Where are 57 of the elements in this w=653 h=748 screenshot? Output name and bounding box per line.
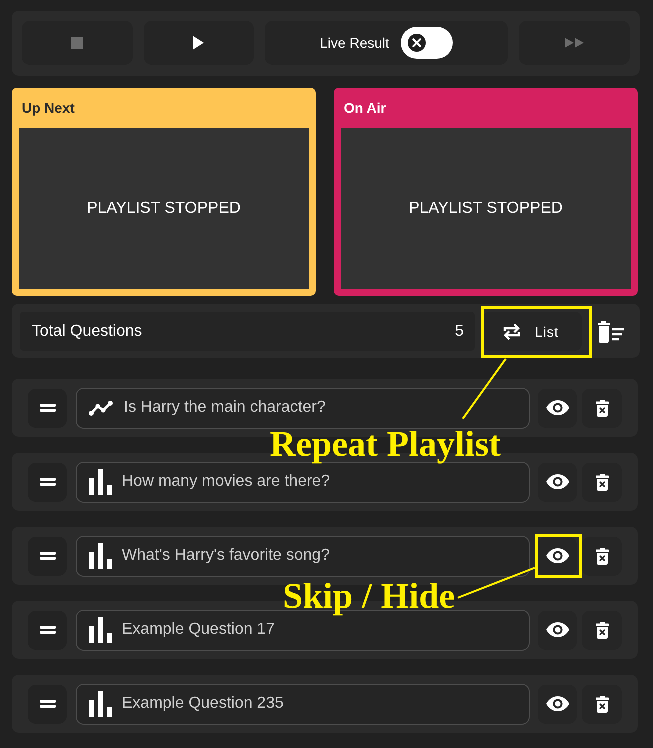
bar-chart-icon [89, 691, 112, 717]
question-count: 5 [455, 322, 464, 340]
x-circle-icon [408, 34, 426, 52]
bar-chart-icon [89, 543, 112, 569]
total-questions-label: Total Questions [32, 322, 142, 340]
delete-button[interactable] [582, 388, 622, 428]
delete-button[interactable] [582, 462, 622, 502]
highlight-frame [535, 534, 582, 578]
monitor-title: On Air [343, 100, 386, 116]
eye-icon [546, 474, 570, 490]
handle-icon [40, 626, 56, 634]
status-text: PLAYLIST STOPPED [87, 200, 241, 218]
repeat-icon [502, 322, 522, 342]
trash-icon [596, 622, 608, 638]
trash-icon [596, 548, 608, 564]
trash-icon [596, 696, 608, 712]
drag-handle[interactable] [28, 536, 67, 576]
callout-text: Repeat Playlist [270, 426, 501, 462]
visibility-button[interactable] [538, 610, 577, 650]
line-chart-icon [89, 400, 113, 416]
stop-icon [71, 37, 84, 49]
clear-list-button[interactable] [598, 320, 624, 342]
drag-handle[interactable] [28, 462, 67, 502]
handle-icon [40, 700, 56, 708]
delete-button[interactable] [582, 610, 622, 650]
handle-icon [40, 552, 56, 560]
trash-icon [596, 400, 608, 416]
bar-chart-icon [89, 469, 112, 495]
visibility-button[interactable] [538, 388, 577, 428]
status-text: PLAYLIST STOPPED [409, 200, 563, 218]
trash-lines-icon [598, 320, 624, 342]
leader-line [462, 358, 507, 420]
visibility-button[interactable] [538, 462, 577, 502]
live-result-toggle[interactable] [401, 27, 454, 59]
visibility-button[interactable] [538, 536, 577, 576]
handle-icon [40, 404, 56, 412]
eye-icon [546, 696, 570, 712]
drag-handle[interactable] [28, 684, 67, 724]
question-item[interactable]: Example Question 235 [76, 684, 530, 724]
bar-chart-icon [89, 617, 112, 643]
question-item[interactable]: Is Harry the main character? [76, 388, 530, 428]
eye-icon [546, 400, 570, 416]
trash-icon [596, 474, 608, 490]
visibility-button[interactable] [538, 684, 577, 724]
drag-handle[interactable] [28, 388, 67, 428]
play-icon [193, 36, 204, 50]
eye-icon [546, 622, 570, 638]
delete-button[interactable] [582, 536, 622, 576]
delete-button[interactable] [582, 684, 622, 724]
handle-icon [40, 478, 56, 486]
fast-forward-icon [565, 38, 584, 48]
repeat-mode-button[interactable]: List [483, 312, 582, 351]
drag-handle[interactable] [28, 610, 67, 650]
question-item[interactable]: What's Harry's favorite song? [76, 536, 530, 576]
live-result-label: Live Result [320, 35, 390, 51]
eye-icon [546, 548, 570, 564]
monitor-title: Up Next [21, 100, 75, 116]
